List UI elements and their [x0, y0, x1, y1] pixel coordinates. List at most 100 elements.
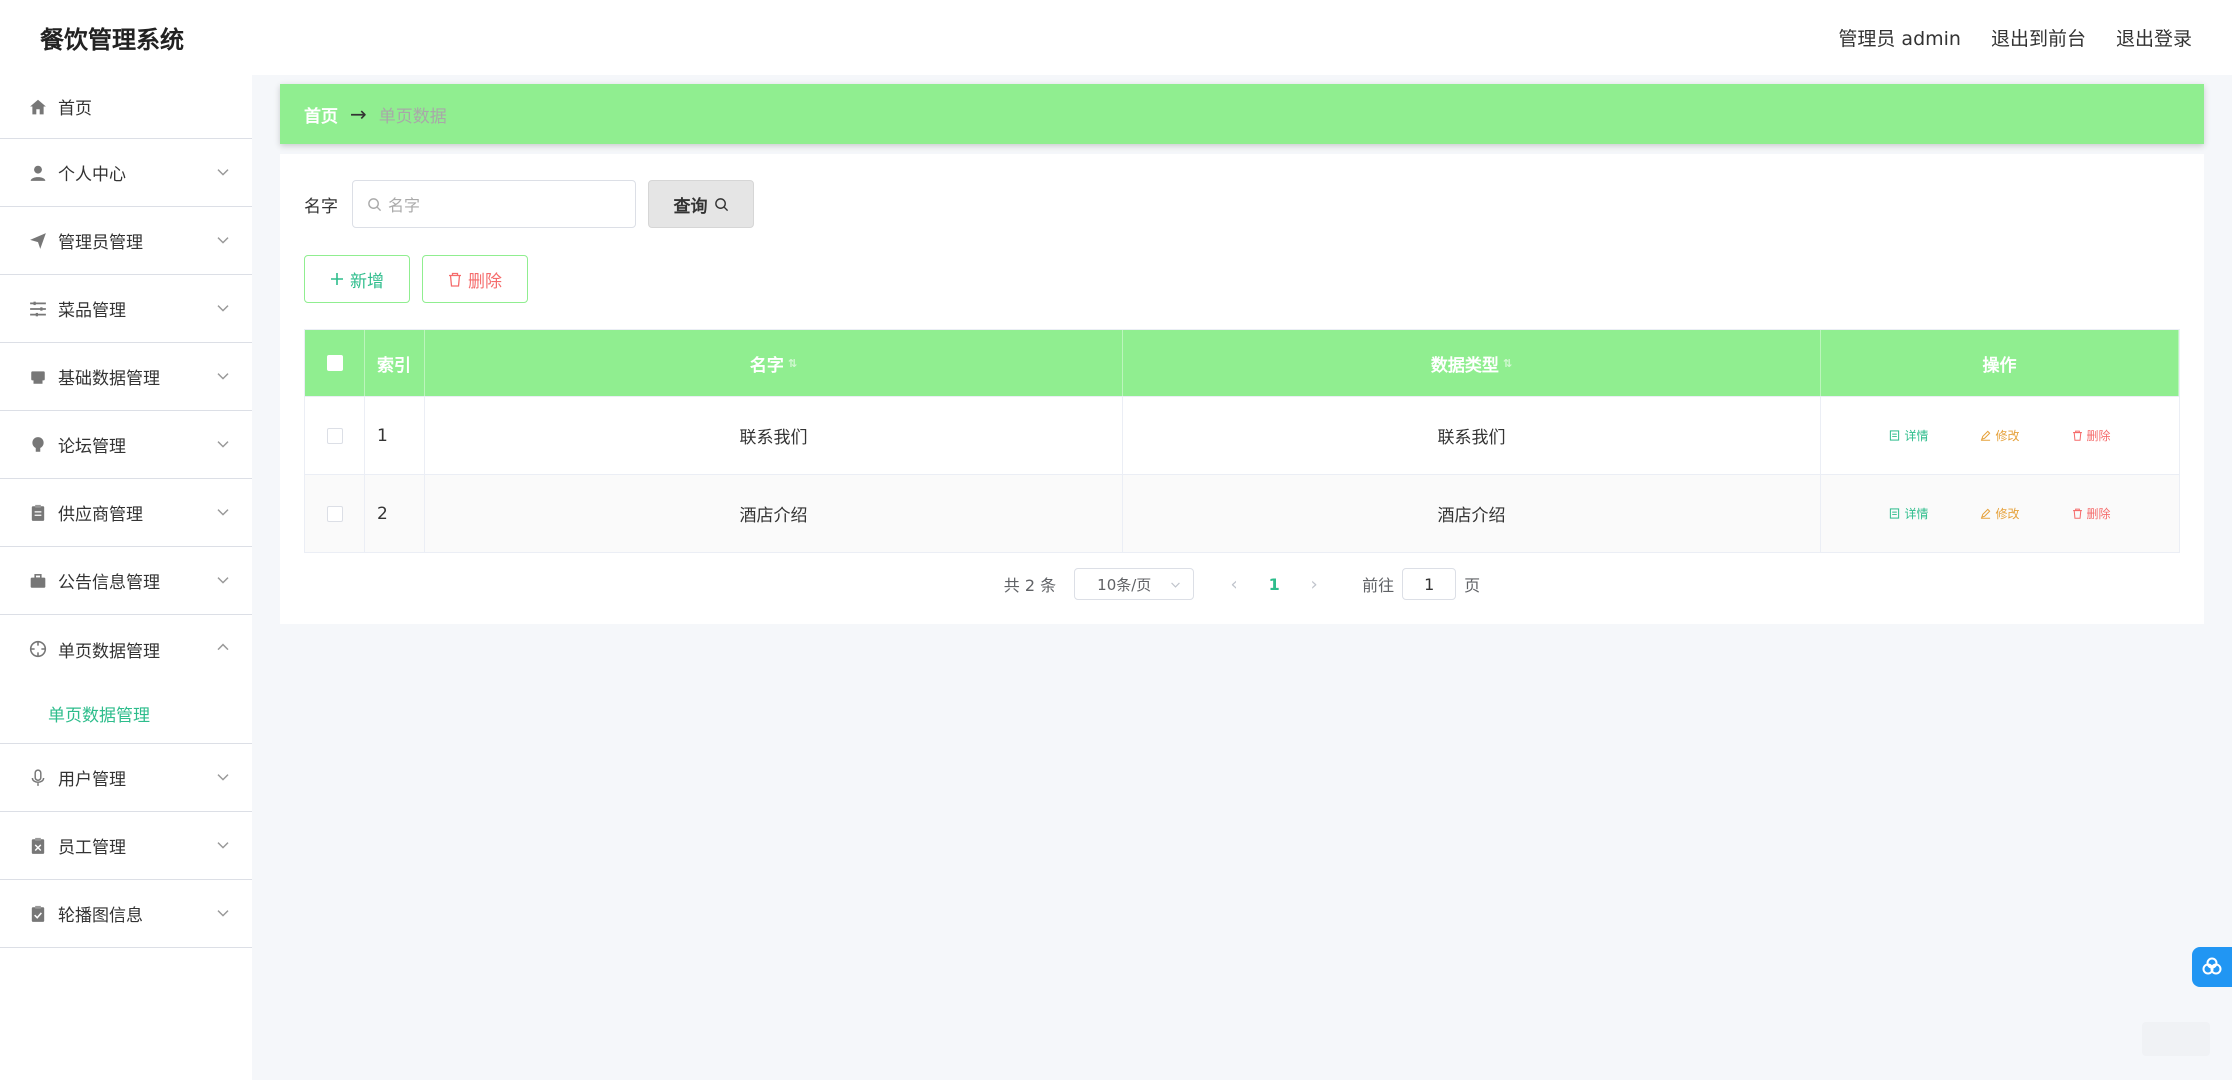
query-button-label: 查询	[673, 196, 708, 217]
breadcrumb-arrow-icon: →	[350, 102, 367, 126]
sidebar-item-label: 单页数据管理	[58, 641, 160, 662]
document-icon	[1890, 430, 1900, 441]
trash-icon	[2072, 508, 2082, 519]
sidebar-item-single-page-management[interactable]: 单页数据管理	[0, 615, 252, 683]
row-checkbox[interactable]	[326, 505, 343, 522]
data-table: 索引 名字 ⇅ 数据类型 ⇅ 操作 1 联系我们 联系我们 详情 修改 删除 2…	[304, 329, 2180, 553]
goto-prefix: 前往	[1362, 576, 1395, 595]
cell-actions: 详情 修改 删除	[1821, 397, 2179, 474]
sidebar-item-label: 员工管理	[58, 838, 126, 858]
page-number-current[interactable]: 1	[1254, 575, 1294, 594]
page-size-select[interactable]: 10条/页	[1074, 568, 1195, 600]
sliders-icon	[28, 299, 48, 319]
logout-link[interactable]: 退出登录	[2116, 24, 2192, 51]
sidebar-subitem-single-page-management[interactable]: 单页数据管理	[0, 683, 252, 743]
column-header-index: 索引	[365, 330, 425, 396]
detail-label: 详情	[1904, 429, 1929, 443]
document-icon	[1890, 508, 1900, 519]
goto-page-input[interactable]: 1	[1402, 568, 1457, 600]
sidebar-item-supplier-management[interactable]: 供应商管理	[0, 479, 252, 547]
prev-page-button[interactable]: ‹	[1214, 574, 1254, 595]
exit-to-front-link[interactable]: 退出到前台	[1991, 24, 2086, 51]
breadcrumb-home[interactable]: 首页	[304, 102, 338, 127]
sidebar-item-personal-center[interactable]: 个人中心	[0, 139, 252, 207]
goto-suffix: 页	[1464, 576, 1481, 595]
sidebar-item-forum-management[interactable]: 论坛管理	[0, 411, 252, 479]
search-icon	[368, 197, 382, 211]
next-page-button[interactable]: ›	[1294, 574, 1334, 595]
top-header: 餐饮管理系统 管理员 admin 退出到前台 退出登录	[0, 0, 2232, 75]
query-button[interactable]: 查询	[648, 180, 754, 228]
add-button[interactable]: 新增	[304, 255, 410, 303]
clipboard-check-icon	[28, 904, 48, 924]
sidebar-item-label: 轮播图信息	[58, 906, 143, 926]
search-icon	[714, 197, 728, 211]
detail-button[interactable]: 详情	[1889, 505, 1928, 522]
sidebar-item-dish-management[interactable]: 菜品管理	[0, 275, 252, 343]
app-title: 餐饮管理系统	[40, 26, 184, 54]
search-label: 名字	[304, 196, 338, 217]
detail-button[interactable]: 详情	[1889, 427, 1928, 444]
chevron-down-icon	[217, 372, 229, 380]
corner-widget	[2142, 1022, 2210, 1056]
crosshair-icon	[28, 639, 48, 659]
column-header-name-label: 名字	[749, 355, 784, 376]
plus-icon	[331, 273, 343, 285]
chevron-down-icon	[217, 909, 229, 917]
admin-user-label[interactable]: 管理员 admin	[1838, 24, 1961, 51]
cell-type: 联系我们	[1123, 397, 1821, 474]
pagination: 共 2 条 10条/页 ‹ 1 › 前往 1 页	[280, 568, 2204, 600]
batch-delete-button[interactable]: 删除	[422, 255, 528, 303]
sidebar-item-label: 公告信息管理	[58, 573, 160, 593]
breadcrumb-current: 单页数据	[378, 106, 447, 127]
row-checkbox[interactable]	[326, 427, 343, 444]
name-search-input[interactable]: 名字	[352, 180, 636, 228]
sidebar-item-label: 首页	[58, 99, 92, 119]
chevron-down-icon	[1171, 582, 1181, 588]
sidebar: 首页 个人中心 管理员管理 菜品管理 基础数据管理 论坛管理 供应商管理 公告信…	[0, 75, 252, 1080]
floating-assistant-button[interactable]	[2192, 947, 2232, 987]
column-header-name[interactable]: 名字 ⇅	[425, 330, 1123, 396]
sidebar-item-label: 论坛管理	[58, 437, 126, 457]
sidebar-group-single-page: 单页数据管理 单页数据管理	[0, 615, 252, 744]
sidebar-item-carousel-info[interactable]: 轮播图信息	[0, 880, 252, 948]
briefcase-icon	[28, 571, 48, 591]
edit-label: 修改	[1995, 507, 2020, 521]
sort-icon: ⇅	[1502, 356, 1513, 370]
row-delete-button[interactable]: 删除	[2072, 505, 2111, 522]
sidebar-item-staff-management[interactable]: 员工管理	[0, 812, 252, 880]
paper-plane-icon	[28, 231, 48, 251]
table-row: 1 联系我们 联系我们 详情 修改 删除	[305, 396, 2179, 474]
home-icon	[28, 97, 48, 117]
detail-label: 详情	[1904, 507, 1929, 521]
sidebar-item-user-management[interactable]: 用户管理	[0, 744, 252, 812]
printer-icon	[28, 367, 48, 387]
microphone-icon	[28, 768, 48, 788]
sidebar-item-home[interactable]: 首页	[0, 75, 252, 139]
header-actions: 管理员 admin 退出到前台 退出登录	[1838, 24, 2192, 51]
delete-label: 删除	[2086, 429, 2111, 443]
sidebar-item-basic-data-management[interactable]: 基础数据管理	[0, 343, 252, 411]
chevron-down-icon	[217, 773, 229, 781]
table-header: 索引 名字 ⇅ 数据类型 ⇅ 操作	[305, 330, 2179, 396]
column-header-actions: 操作	[1821, 330, 2179, 396]
select-all-checkbox[interactable]	[326, 355, 343, 371]
edit-button[interactable]: 修改	[1980, 505, 2020, 522]
trash-icon	[449, 272, 461, 287]
column-header-type[interactable]: 数据类型 ⇅	[1123, 330, 1821, 396]
chevron-down-icon	[217, 304, 229, 312]
search-placeholder: 名字	[388, 196, 421, 215]
cell-type: 酒店介绍	[1123, 475, 1821, 552]
delete-button-label: 删除	[468, 271, 502, 292]
cell-actions: 详情 修改 删除	[1821, 475, 2179, 552]
cell-name: 酒店介绍	[425, 475, 1123, 552]
edit-button[interactable]: 修改	[1980, 427, 2020, 444]
pagination-total: 共 2 条	[1003, 576, 1057, 595]
sidebar-item-label: 用户管理	[58, 770, 126, 790]
cell-index: 2	[365, 475, 425, 552]
sidebar-item-label: 个人中心	[58, 165, 126, 185]
row-delete-button[interactable]: 删除	[2072, 427, 2111, 444]
sidebar-item-admin-management[interactable]: 管理员管理	[0, 207, 252, 275]
chevron-up-icon	[217, 643, 229, 651]
sidebar-item-notice-management[interactable]: 公告信息管理	[0, 547, 252, 615]
